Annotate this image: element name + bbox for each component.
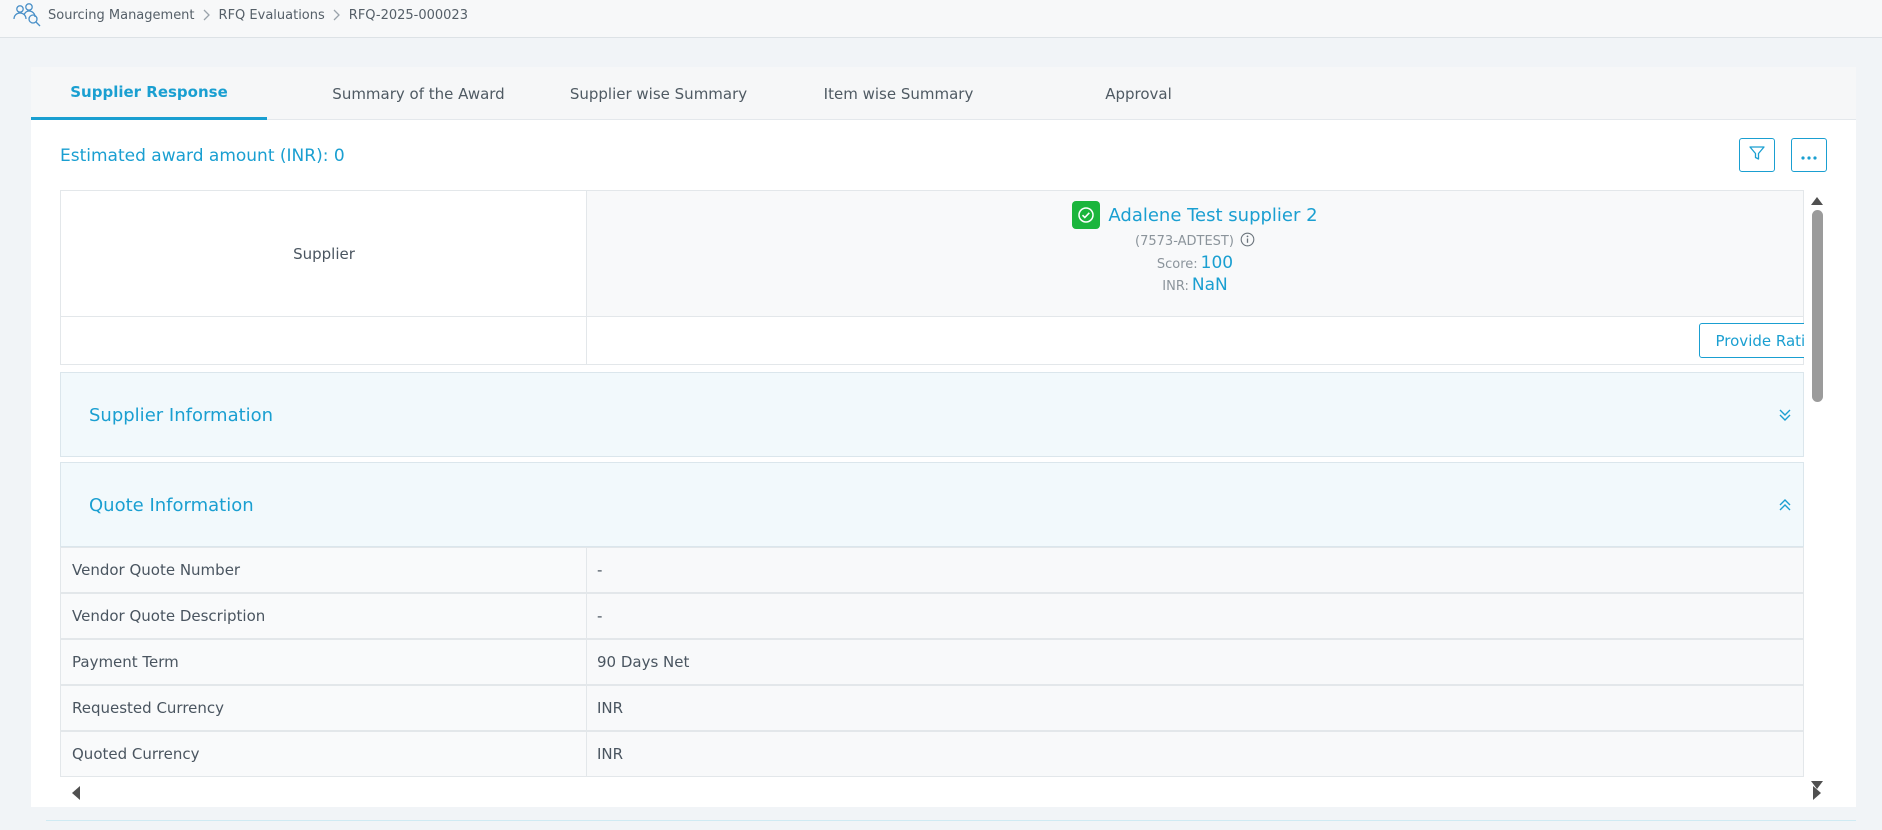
supplier-header-label: Supplier: [293, 244, 355, 263]
quote-information-title: Quote Information: [89, 495, 254, 516]
supplier-information-title: Supplier Information: [89, 405, 274, 426]
rationale-row-label-cell: [61, 317, 587, 364]
check-circle-icon: [1072, 201, 1101, 229]
rationale-row-cell: Provide Rationale: [587, 317, 1804, 364]
table-row: Quoted Currency INR: [60, 731, 1804, 777]
supplier-code: (7573-ADTEST): [1135, 234, 1234, 249]
supplier-name-link[interactable]: Adalene Test supplier 2: [1108, 205, 1317, 226]
breadcrumb: Sourcing Management RFQ Evaluations RFQ-…: [12, 2, 468, 28]
row-value: -: [587, 594, 1803, 638]
vertical-scroll-thumb[interactable]: [1812, 210, 1823, 402]
more-horizontal-icon: [1800, 146, 1818, 165]
supplier-score: Score: 100: [587, 253, 1803, 273]
more-options-button[interactable]: [1791, 138, 1827, 172]
row-label: Quoted Currency: [61, 732, 587, 776]
table-row: Requested Currency INR: [60, 685, 1804, 731]
chevrons-up-icon[interactable]: [1777, 496, 1793, 514]
info-icon[interactable]: [1240, 232, 1255, 251]
supplier-amount: INR: NaN: [587, 275, 1803, 295]
tab-supplier-wise-summary[interactable]: Supplier wise Summary: [531, 67, 786, 120]
divider: [46, 820, 1856, 821]
chevrons-down-icon[interactable]: [1777, 406, 1793, 424]
table-row: Payment Term 90 Days Net: [60, 639, 1804, 685]
horizontal-scrollbar[interactable]: [60, 782, 1826, 802]
tab-approval[interactable]: Approval: [1011, 67, 1266, 120]
row-label: Vendor Quote Description: [61, 594, 587, 638]
estimated-award-amount: Estimated award amount (INR): 0: [60, 146, 345, 166]
table-row: Vendor Quote Description -: [60, 593, 1804, 639]
supplier-column: Adalene Test supplier 2 (7573-ADTEST) Sc…: [587, 191, 1803, 316]
scroll-right-arrow-icon[interactable]: [1813, 785, 1821, 804]
breadcrumb-sourcing-management[interactable]: Sourcing Management: [48, 8, 195, 23]
breadcrumb-current: RFQ-2025-000023: [348, 7, 468, 23]
filter-button[interactable]: [1739, 138, 1775, 172]
provide-rationale-button[interactable]: Provide Rationale: [1699, 323, 1804, 358]
evaluation-card: Supplier Response Summary of the Award S…: [31, 67, 1856, 807]
row-value: -: [587, 548, 1803, 592]
sourcing-people-icon: [12, 2, 42, 28]
currency-value: NaN: [1191, 275, 1228, 295]
score-label: Score:: [1156, 257, 1198, 272]
tab-summary-of-award[interactable]: Summary of the Award: [291, 67, 546, 120]
top-bar: Sourcing Management RFQ Evaluations RFQ-…: [0, 0, 1882, 38]
chevron-right-icon: [203, 9, 211, 21]
table-row: Vendor Quote Number -: [60, 547, 1804, 593]
quote-information-section[interactable]: Quote Information: [60, 462, 1804, 547]
breadcrumb-rfq-evaluations[interactable]: RFQ Evaluations: [219, 8, 325, 23]
vertical-scrollbar[interactable]: [1806, 190, 1828, 790]
supplier-information-section[interactable]: Supplier Information: [60, 372, 1804, 457]
tab-supplier-response[interactable]: Supplier Response: [31, 67, 267, 120]
chevron-right-icon: [333, 9, 341, 21]
scroll-up-arrow-icon[interactable]: [1811, 190, 1823, 209]
tab-item-wise-summary[interactable]: Item wise Summary: [771, 67, 1026, 120]
row-label: Payment Term: [61, 640, 587, 684]
scroll-left-arrow-icon[interactable]: [72, 785, 80, 804]
rationale-row: Provide Rationale: [60, 316, 1804, 365]
supplier-response-grid[interactable]: Supplier Adalene Test supplier 2 (7573-A…: [60, 190, 1804, 783]
supplier-column-header: Supplier: [61, 191, 587, 316]
supplier-header-row: Supplier Adalene Test supplier 2 (7573-A…: [60, 190, 1804, 317]
score-value: 100: [1200, 253, 1234, 273]
row-value: 90 Days Net: [587, 640, 1803, 684]
filter-icon: [1748, 144, 1766, 166]
row-value: INR: [587, 686, 1803, 730]
row-label: Requested Currency: [61, 686, 587, 730]
currency-label: INR:: [1162, 279, 1189, 294]
row-label: Vendor Quote Number: [61, 548, 587, 592]
row-value: INR: [587, 732, 1803, 776]
tab-bar: Supplier Response Summary of the Award S…: [31, 67, 1856, 120]
